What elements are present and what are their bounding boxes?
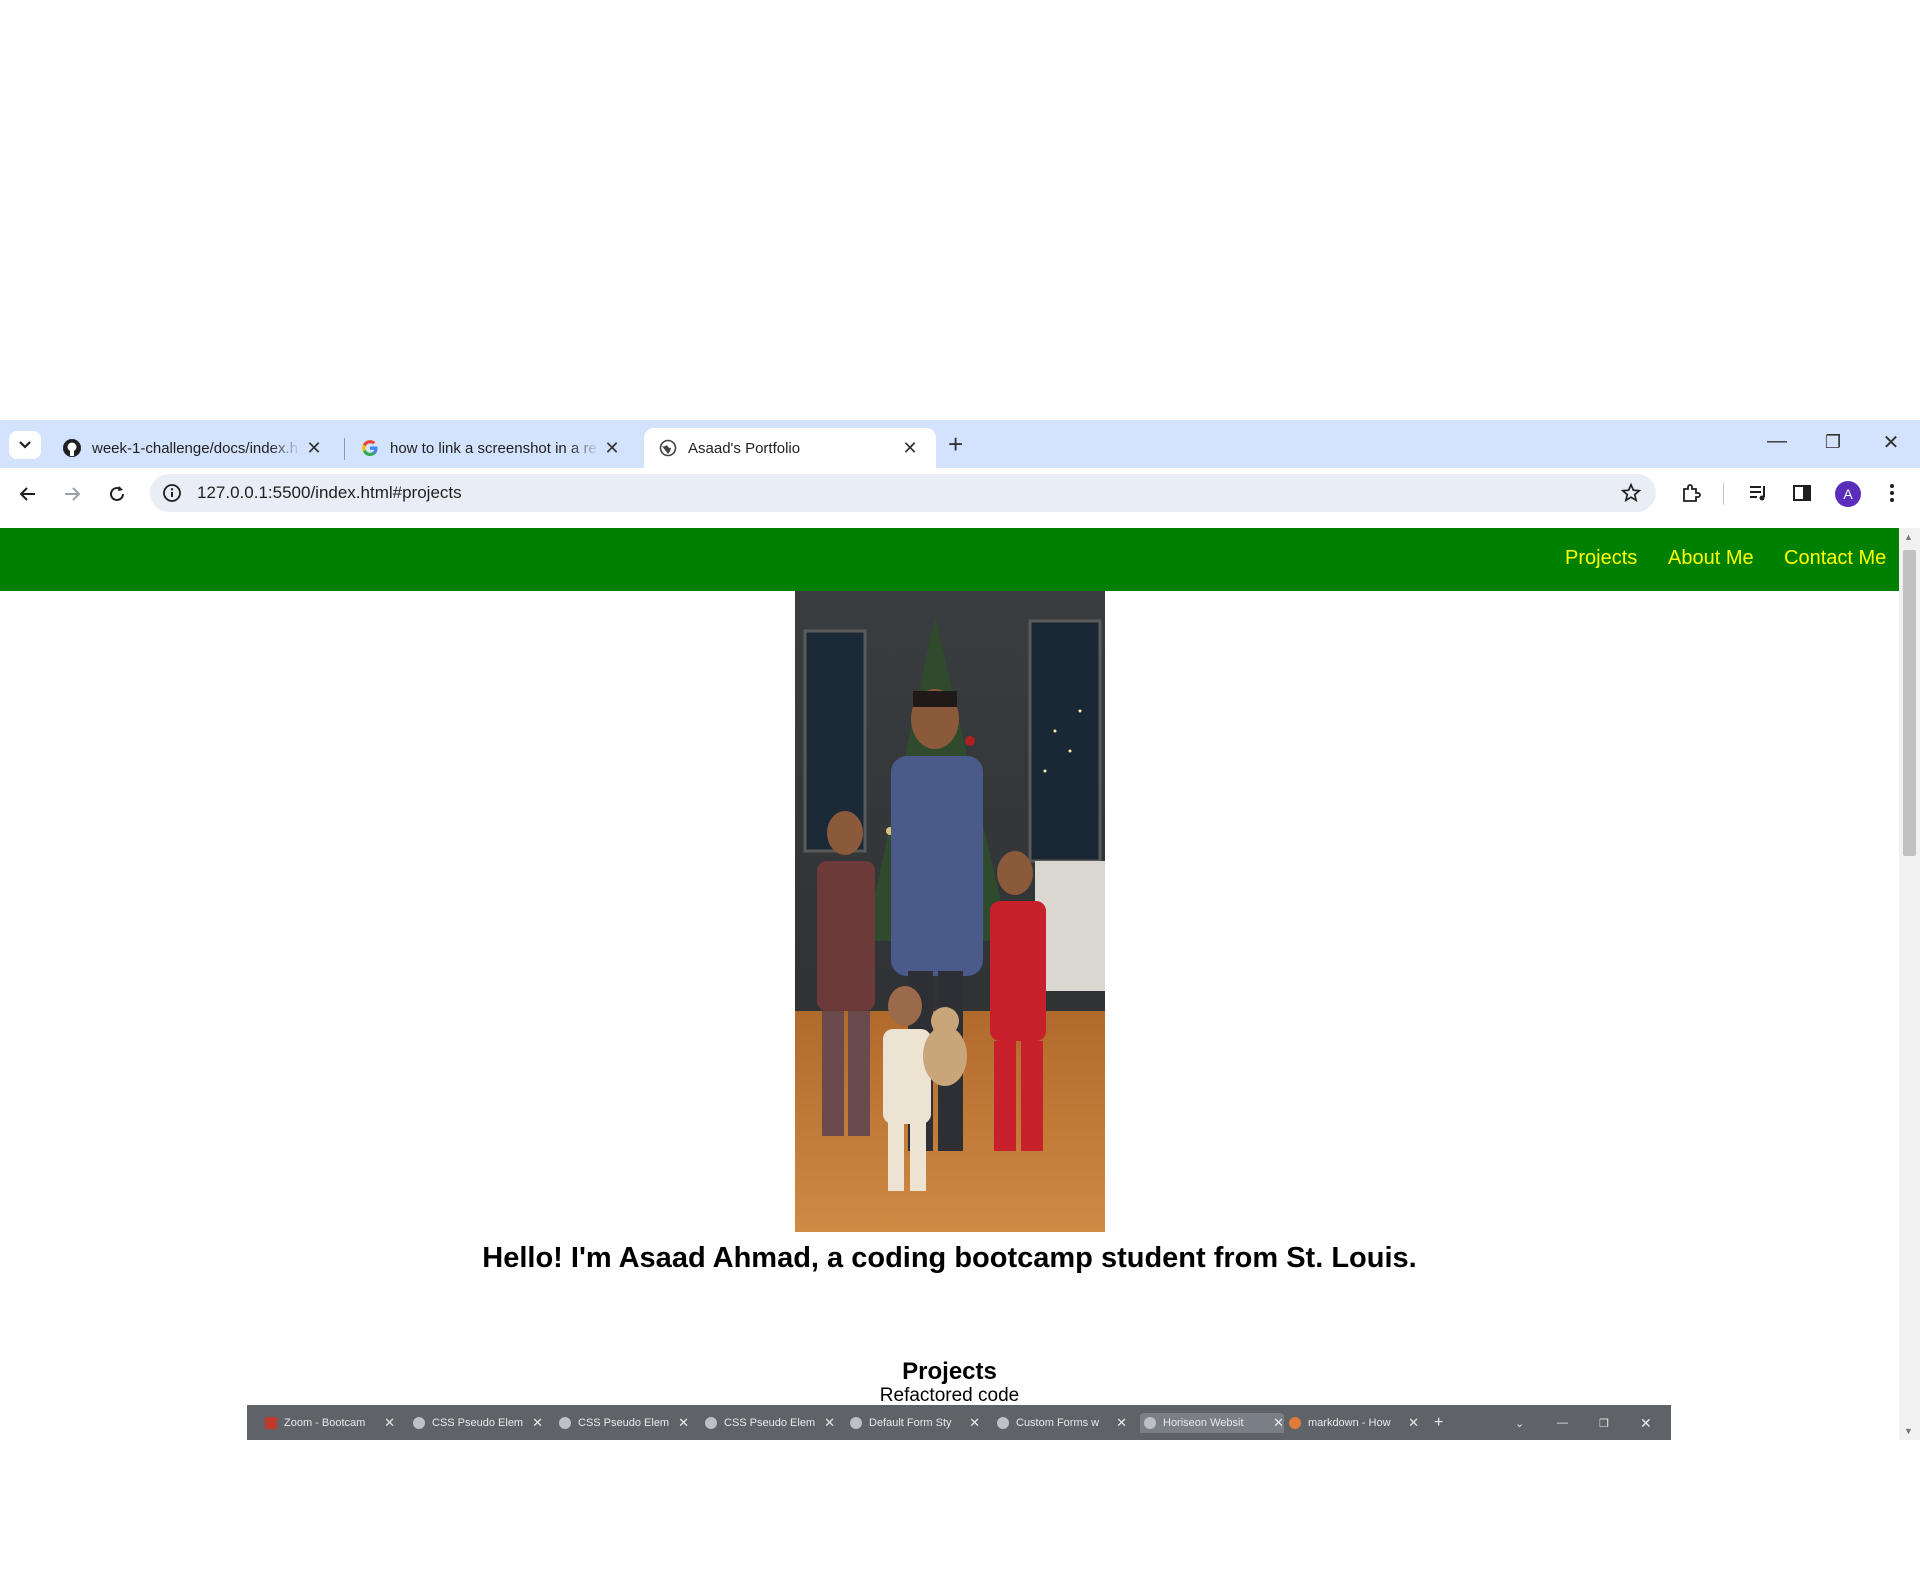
back-arrow-icon (19, 487, 35, 501)
tab-portfolio[interactable]: Asaad's Portfolio ✕ (644, 428, 936, 468)
nav-link-about[interactable]: About Me (1668, 547, 1754, 570)
window-close-icon[interactable]: ✕ (1876, 430, 1906, 455)
projects-heading: Projects (902, 1358, 997, 1385)
hero-heading: Hello! I'm Asaad Ahmad, a coding bootcam… (482, 1242, 1417, 1274)
embedded-tab: Default Form Sty ✕ (850, 1413, 980, 1433)
google-icon (360, 438, 380, 458)
zoom-icon (265, 1417, 277, 1429)
close-icon[interactable]: ✕ (600, 438, 624, 459)
new-tab-button[interactable]: + (948, 431, 963, 457)
close-icon: ✕ (1273, 1415, 1284, 1430)
globe-icon (413, 1417, 425, 1429)
media-controls-icon[interactable] (1746, 481, 1770, 505)
site-info-icon[interactable] (162, 483, 182, 503)
globe-icon (1144, 1417, 1156, 1429)
embedded-tab: Zoom - Bootcam ✕ (265, 1413, 395, 1433)
reload-icon (110, 486, 124, 501)
menu-kebab-icon[interactable] (1880, 481, 1904, 505)
page-viewport: Projects About Me Contact Me Hello! I'm … (0, 528, 1920, 1440)
toolbar-divider (1723, 483, 1724, 505)
embedded-tab: Custom Forms w ✕ (997, 1413, 1127, 1433)
embedded-tab: markdown - How ✕ (1289, 1413, 1419, 1433)
address-bar[interactable]: 127.0.0.1:5500/index.html#projects (150, 474, 1656, 512)
reload-button[interactable] (103, 480, 131, 508)
scroll-thumb[interactable] (1903, 550, 1916, 856)
project-title[interactable]: Refactored code (0, 1385, 1899, 1407)
close-icon: ✕ (969, 1415, 980, 1430)
close-icon: ✕ (532, 1415, 543, 1430)
globe-icon (559, 1417, 571, 1429)
stackoverflow-icon (1289, 1417, 1301, 1429)
close-icon: ✕ (678, 1415, 689, 1430)
close-icon[interactable]: ✕ (898, 438, 922, 459)
browser-window: week-1-challenge/docs/index.h ✕ how to l… (0, 420, 1920, 1440)
side-panel-icon[interactable] (1790, 481, 1814, 505)
embedded-restore-icon: ❐ (1599, 1417, 1609, 1430)
tab-separator (344, 438, 345, 460)
globe-icon (658, 438, 678, 458)
tab-title: how to link a screenshot in a re (390, 439, 597, 457)
scroll-up-icon[interactable]: ▲ (1904, 532, 1913, 542)
embedded-new-tab-icon: + (1434, 1414, 1444, 1431)
nav-link-projects[interactable]: Projects (1565, 547, 1637, 570)
embedded-tab: CSS Pseudo Elem ✕ (705, 1413, 835, 1433)
forward-arrow-icon (65, 487, 81, 501)
embedded-tab-active: Horiseon Websit ✕ (1140, 1413, 1284, 1433)
embedded-tab: CSS Pseudo Elem ✕ (413, 1413, 543, 1433)
restore-icon[interactable]: ❐ (1818, 432, 1848, 453)
browser-toolbar: 127.0.0.1:5500/index.html#projects A (0, 468, 1920, 518)
embedded-close-icon: ✕ (1640, 1414, 1652, 1431)
tab-google[interactable]: how to link a screenshot in a re ✕ (346, 428, 634, 468)
minimize-icon[interactable]: — (1762, 430, 1792, 453)
project-screenshot[interactable]: Zoom - Bootcam ✕ CSS Pseudo Elem ✕ CSS Pse… (247, 1405, 1671, 1440)
extensions-icon[interactable] (1679, 481, 1703, 505)
embedded-chevron-icon: ⌄ (1515, 1417, 1525, 1430)
profile-photo (795, 591, 1105, 1232)
close-icon: ✕ (1408, 1415, 1419, 1430)
tab-github[interactable]: week-1-challenge/docs/index.h ✕ (48, 428, 338, 468)
embedded-minimize-icon: — (1557, 1417, 1568, 1429)
globe-icon (997, 1417, 1009, 1429)
github-icon (62, 438, 82, 458)
site-nav: Projects About Me Contact Me (0, 528, 1899, 591)
globe-icon (705, 1417, 717, 1429)
tab-strip: week-1-challenge/docs/index.h ✕ how to l… (0, 420, 1920, 468)
tab-search-button[interactable] (9, 431, 41, 459)
tab-title: Asaad's Portfolio (688, 439, 801, 457)
embedded-tab: CSS Pseudo Elem ✕ (559, 1413, 689, 1433)
profile-avatar[interactable]: A (1835, 481, 1861, 507)
close-icon: ✕ (1116, 1415, 1127, 1430)
nav-link-contact[interactable]: Contact Me (1784, 547, 1886, 570)
forward-button[interactable] (58, 480, 86, 508)
tab-title: week-1-challenge/docs/index.h (92, 439, 298, 457)
chevron-down-icon (19, 441, 31, 449)
globe-icon (850, 1417, 862, 1429)
close-icon[interactable]: ✕ (302, 438, 326, 459)
vertical-scrollbar[interactable]: ▲ ▼ (1899, 528, 1920, 1440)
bookmark-star-icon[interactable] (1620, 482, 1642, 504)
scroll-down-icon[interactable]: ▼ (1904, 1426, 1913, 1436)
close-icon: ✕ (824, 1415, 835, 1430)
back-button[interactable] (14, 480, 42, 508)
close-icon: ✕ (384, 1415, 395, 1430)
url-text: 127.0.0.1:5500/index.html#projects (197, 483, 462, 502)
